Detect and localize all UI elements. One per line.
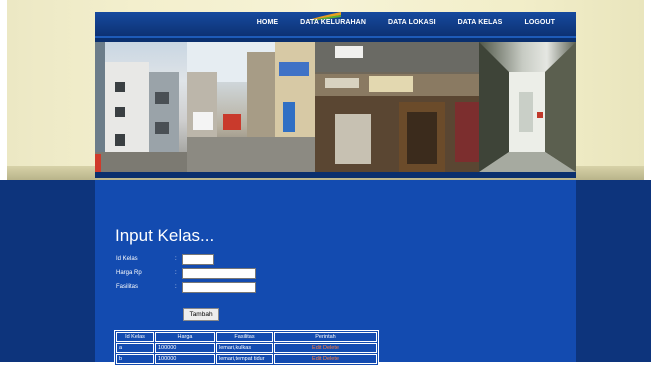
colon-id-kelas: : (175, 256, 177, 262)
cell-harga: 100000 (155, 354, 215, 364)
cell-fasilitas: lemari,kulkas (216, 343, 273, 353)
banner-photos (95, 42, 576, 172)
cell-harga: 100000 (155, 343, 215, 353)
harga-input[interactable] (182, 268, 256, 279)
fasilitas-input[interactable] (182, 282, 256, 293)
table-row: a 100000 lemari,kulkas Edit Delete (116, 343, 377, 353)
header-perintah: Perintah (274, 332, 377, 342)
banner-photo-building (95, 42, 187, 172)
label-harga: Harga Rp (116, 270, 142, 276)
id-kelas-input[interactable] (182, 254, 214, 265)
label-fasilitas: Fasilitas (116, 284, 139, 290)
colon-fasilitas: : (175, 284, 177, 290)
header-id-kelas: Id Kelas (116, 332, 154, 342)
page-title: Input Kelas... (115, 226, 215, 245)
cell-actions: Edit Delete (274, 354, 377, 364)
delete-link[interactable]: Delete (323, 356, 339, 362)
table-header-row: Id Kelas Harga Fasilitas Perintah (116, 332, 377, 342)
cell-fasilitas: lemari,tempat tidur (216, 354, 273, 364)
cell-actions: Edit Delete (274, 343, 377, 353)
tambah-button[interactable]: Tambah (183, 308, 219, 321)
nav-menu: HOME DATA KELURAHAN DATA LOKASI DATA KEL… (246, 12, 566, 34)
delete-link[interactable]: Delete (323, 345, 339, 351)
nav-logout[interactable]: LOGOUT (513, 12, 566, 34)
header-fasilitas: Fasilitas (216, 332, 273, 342)
banner-photo-street (187, 42, 315, 172)
edit-link[interactable]: Edit (312, 345, 321, 351)
nav-data-kelas[interactable]: DATA KELAS (447, 12, 514, 34)
nav-data-lokasi[interactable]: DATA LOKASI (377, 12, 447, 34)
nav-bar: HOME DATA KELURAHAN DATA LOKASI DATA KEL… (95, 12, 576, 38)
nav-divider (95, 36, 576, 38)
banner-photo-corridor (479, 42, 576, 172)
nav-home[interactable]: HOME (246, 12, 289, 34)
label-id-kelas: Id Kelas (116, 256, 138, 262)
colon-harga: : (175, 270, 177, 276)
header-harga: Harga (155, 332, 215, 342)
cell-id: a (116, 343, 154, 353)
edit-link[interactable]: Edit (312, 356, 321, 362)
site-header: HOME DATA KELURAHAN DATA LOKASI DATA KEL… (95, 12, 576, 178)
banner-photo-shophouse (315, 42, 479, 172)
kelas-table: Id Kelas Harga Fasilitas Perintah a 1000… (114, 330, 379, 366)
cell-id: b (116, 354, 154, 364)
nav-data-kelurahan[interactable]: DATA KELURAHAN (289, 12, 377, 34)
table-row: b 100000 lemari,tempat tidur Edit Delete (116, 354, 377, 364)
